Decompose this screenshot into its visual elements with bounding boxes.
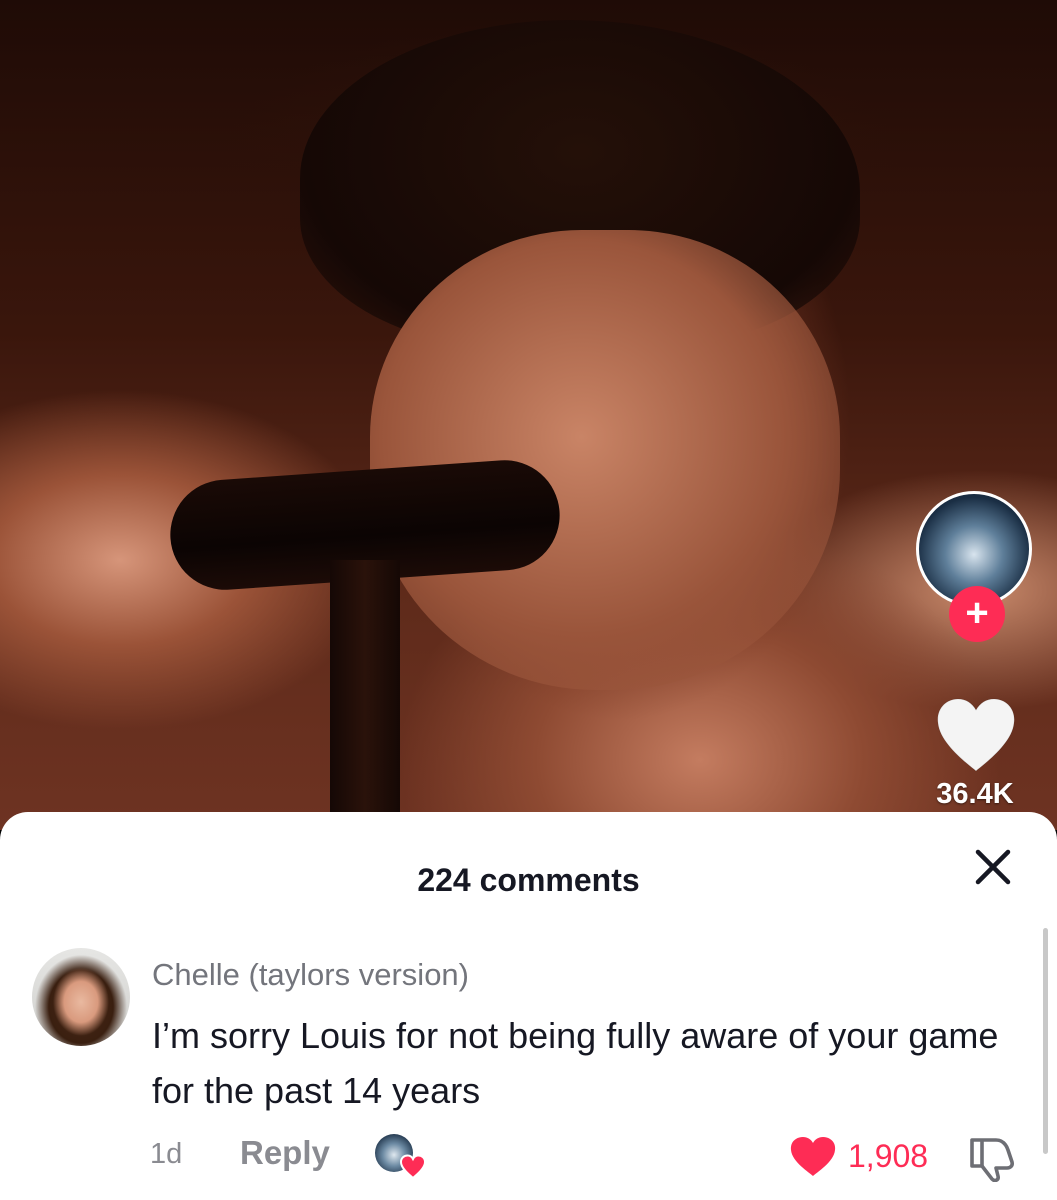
- dislike-icon[interactable]: [966, 1134, 1018, 1182]
- plus-icon: +: [965, 591, 989, 635]
- reply-button[interactable]: Reply: [240, 1134, 330, 1172]
- comment-text: I’m sorry Louis for not being fully awar…: [152, 1015, 999, 1111]
- video-frame-mic-stand: [330, 560, 400, 830]
- heart-icon[interactable]: [934, 697, 1018, 773]
- video-frame-face: [370, 230, 840, 690]
- video-player[interactable]: [0, 0, 1057, 830]
- comment-like-count: 1,908: [848, 1138, 929, 1174]
- scrollbar[interactable]: [1043, 928, 1048, 1154]
- comment-meta: 1d Reply 1,908: [0, 1134, 1057, 1182]
- video-like-count: 36.4K: [936, 778, 1014, 810]
- creator-liked-badge: [375, 1134, 427, 1180]
- close-icon[interactable]: [968, 842, 1018, 892]
- comments-count-title: 224 comments: [417, 862, 640, 898]
- comment-time: 1d: [150, 1138, 183, 1170]
- heart-icon[interactable]: [789, 1136, 837, 1178]
- tiktok-video-screen: + 36.4K 224 comments Chelle (taylors ver…: [0, 0, 1057, 1200]
- commenter-avatar[interactable]: [32, 948, 130, 1046]
- heart-icon: [399, 1154, 427, 1180]
- comments-sheet: 224 comments Chelle (taylors version) I’…: [0, 812, 1057, 1200]
- follow-button[interactable]: +: [949, 586, 1005, 642]
- comment-author[interactable]: Chelle (taylors version): [152, 956, 469, 993]
